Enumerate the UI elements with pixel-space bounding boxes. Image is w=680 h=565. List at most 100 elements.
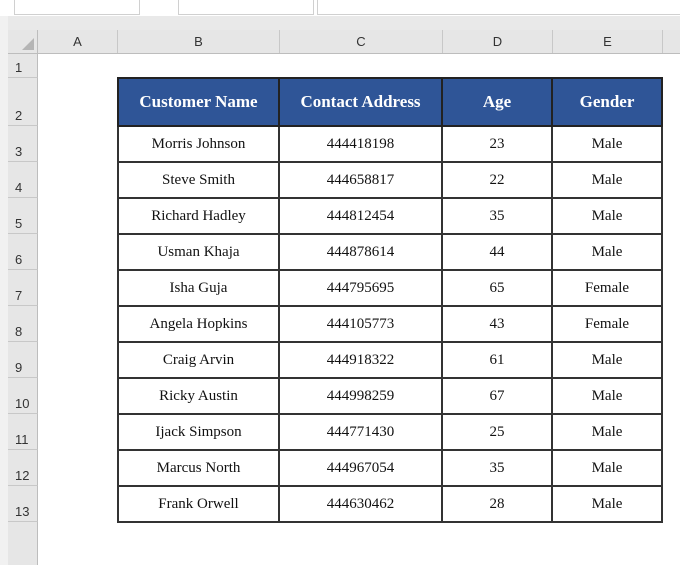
table-row: Ijack Simpson 444771430 25 Male (117, 413, 663, 451)
cell-gender[interactable]: Male (551, 341, 663, 379)
column-header-f[interactable] (663, 30, 680, 53)
cell-age[interactable]: 35 (441, 197, 553, 235)
cell-contact-address[interactable]: 444967054 (278, 449, 443, 487)
row-header-12[interactable]: 12 (8, 450, 38, 486)
row-number: 11 (15, 432, 29, 447)
header-customer-name[interactable]: Customer Name (117, 77, 280, 127)
column-header-bar: A B C D E (38, 30, 680, 54)
row-header-1[interactable]: 1 (8, 54, 38, 78)
cell-contact-address[interactable]: 444658817 (278, 161, 443, 199)
formula-input[interactable] (317, 0, 680, 15)
row-number: 7 (15, 288, 23, 303)
table-row: Richard Hadley 444812454 35 Male (117, 197, 663, 235)
cell-age[interactable]: 61 (441, 341, 553, 379)
cell-gender[interactable]: Male (551, 233, 663, 271)
cell-gender[interactable]: Male (551, 377, 663, 415)
column-header-e[interactable]: E (553, 30, 663, 53)
cell-age[interactable]: 25 (441, 413, 553, 451)
cell-age[interactable]: 43 (441, 305, 553, 343)
row-number: 3 (15, 144, 23, 159)
select-all-button[interactable] (8, 30, 38, 54)
row-number: 8 (15, 324, 23, 339)
row-number: 4 (15, 180, 23, 195)
cell-contact-address[interactable]: 444998259 (278, 377, 443, 415)
cell-contact-address[interactable]: 444418198 (278, 125, 443, 163)
customer-table: Customer Name Contact Address Age Gender… (117, 77, 663, 523)
column-header-c[interactable]: C (280, 30, 443, 53)
cell-customer-name[interactable]: Craig Arvin (117, 341, 280, 379)
cell-customer-name[interactable]: Ricky Austin (117, 377, 280, 415)
row-header-6[interactable]: 6 (8, 234, 38, 270)
cell-age[interactable]: 23 (441, 125, 553, 163)
row-header-3[interactable]: 3 (8, 126, 38, 162)
column-header-d[interactable]: D (443, 30, 553, 53)
column-header-b[interactable]: B (118, 30, 280, 53)
table-row: Morris Johnson 444418198 23 Male (117, 125, 663, 163)
header-band (0, 16, 680, 30)
cell-customer-name[interactable]: Usman Khaja (117, 233, 280, 271)
cell-gender[interactable]: Female (551, 269, 663, 307)
header-age[interactable]: Age (441, 77, 553, 127)
cell-customer-name[interactable]: Marcus North (117, 449, 280, 487)
row-header-empty (8, 522, 38, 565)
cell-contact-address[interactable]: 444630462 (278, 485, 443, 523)
cell-age[interactable]: 44 (441, 233, 553, 271)
formula-bar-area (0, 0, 680, 16)
row-header-8[interactable]: 8 (8, 306, 38, 342)
cell-gender[interactable]: Male (551, 485, 663, 523)
cell-contact-address[interactable]: 444795695 (278, 269, 443, 307)
cell-age[interactable]: 28 (441, 485, 553, 523)
table-row: Ricky Austin 444998259 67 Male (117, 377, 663, 415)
cell-customer-name[interactable]: Angela Hopkins (117, 305, 280, 343)
cell-contact-address[interactable]: 444105773 (278, 305, 443, 343)
cell-gender[interactable]: Male (551, 161, 663, 199)
cell-customer-name[interactable]: Steve Smith (117, 161, 280, 199)
cell-customer-name[interactable]: Richard Hadley (117, 197, 280, 235)
cell-customer-name[interactable]: Frank Orwell (117, 485, 280, 523)
row-number: 13 (15, 504, 30, 519)
cell-contact-address[interactable]: 444812454 (278, 197, 443, 235)
table-row: Craig Arvin 444918322 61 Male (117, 341, 663, 379)
table-row: Frank Orwell 444630462 28 Male (117, 485, 663, 523)
cell-gender[interactable]: Male (551, 449, 663, 487)
row-number: 2 (15, 108, 23, 123)
header-contact-address[interactable]: Contact Address (278, 77, 443, 127)
formula-bar-controls[interactable] (178, 0, 314, 15)
table-row: Isha Guja 444795695 65 Female (117, 269, 663, 307)
cell-contact-address[interactable]: 444878614 (278, 233, 443, 271)
table-row: Angela Hopkins 444105773 43 Female (117, 305, 663, 343)
row-number: 5 (15, 216, 23, 231)
row-header-11[interactable]: 11 (8, 414, 38, 450)
column-header-a[interactable]: A (38, 30, 118, 53)
cell-contact-address[interactable]: 444918322 (278, 341, 443, 379)
table-row: Steve Smith 444658817 22 Male (117, 161, 663, 199)
row-header-9[interactable]: 9 (8, 342, 38, 378)
cell-contact-address[interactable]: 444771430 (278, 413, 443, 451)
cell-age[interactable]: 67 (441, 377, 553, 415)
table-row: Marcus North 444967054 35 Male (117, 449, 663, 487)
header-gender[interactable]: Gender (551, 77, 663, 127)
row-header-7[interactable]: 7 (8, 270, 38, 306)
row-header-10[interactable]: 10 (8, 378, 38, 414)
row-number: 9 (15, 360, 23, 375)
cell-gender[interactable]: Male (551, 413, 663, 451)
row-header-4[interactable]: 4 (8, 162, 38, 198)
cell-gender[interactable]: Female (551, 305, 663, 343)
row-number: 6 (15, 252, 23, 267)
cell-customer-name[interactable]: Morris Johnson (117, 125, 280, 163)
cell-age[interactable]: 65 (441, 269, 553, 307)
row-number: 1 (15, 60, 23, 75)
select-all-triangle-icon (22, 38, 34, 50)
row-header-5[interactable]: 5 (8, 198, 38, 234)
cell-gender[interactable]: Male (551, 125, 663, 163)
row-header-13[interactable]: 13 (8, 486, 38, 522)
cell-age[interactable]: 22 (441, 161, 553, 199)
table-row: Usman Khaja 444878614 44 Male (117, 233, 663, 271)
cell-age[interactable]: 35 (441, 449, 553, 487)
name-box[interactable] (14, 0, 140, 15)
row-header-2[interactable]: 2 (8, 78, 38, 126)
cell-gender[interactable]: Male (551, 197, 663, 235)
row-number: 10 (15, 396, 30, 411)
cell-customer-name[interactable]: Isha Guja (117, 269, 280, 307)
cell-customer-name[interactable]: Ijack Simpson (117, 413, 280, 451)
